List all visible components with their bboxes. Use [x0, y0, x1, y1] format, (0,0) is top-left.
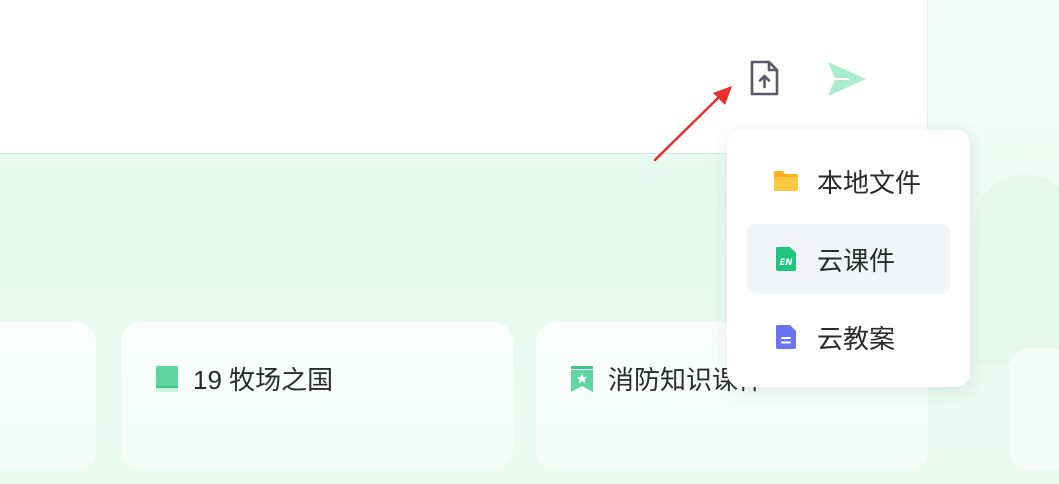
- menu-item-label: 本地文件: [817, 167, 922, 198]
- card-title-text: 19 牧场之国: [193, 365, 334, 395]
- menu-item-cloud-courseware[interactable]: EN 云课件: [747, 224, 950, 294]
- book-icon: [156, 365, 178, 392]
- menu-item-cloud-lesson-plan[interactable]: 云教案: [747, 302, 950, 372]
- send-button[interactable]: [824, 58, 870, 100]
- courseware-card[interactable]: 19 牧场之国: [121, 322, 513, 470]
- document-icon: [773, 324, 799, 350]
- background-decoration: [975, 175, 1059, 365]
- menu-item-label: 云教案: [817, 323, 896, 354]
- card-title: 19 牧场之国: [155, 360, 333, 397]
- upload-file-button[interactable]: [744, 56, 784, 100]
- upload-source-menu: 本地文件 EN 云课件 云教案: [727, 130, 970, 387]
- courseware-card[interactable]: [0, 322, 96, 470]
- menu-item-local-file[interactable]: 本地文件: [747, 146, 950, 216]
- bookmark-star-icon: [571, 365, 593, 392]
- en-courseware-icon: EN: [773, 246, 799, 272]
- send-icon: [828, 62, 866, 96]
- svg-text:EN: EN: [780, 258, 793, 268]
- folder-icon: [773, 168, 799, 194]
- menu-item-label: 云课件: [817, 245, 896, 276]
- upload-icon: [750, 60, 779, 96]
- courseware-card-partial[interactable]: [1010, 348, 1059, 470]
